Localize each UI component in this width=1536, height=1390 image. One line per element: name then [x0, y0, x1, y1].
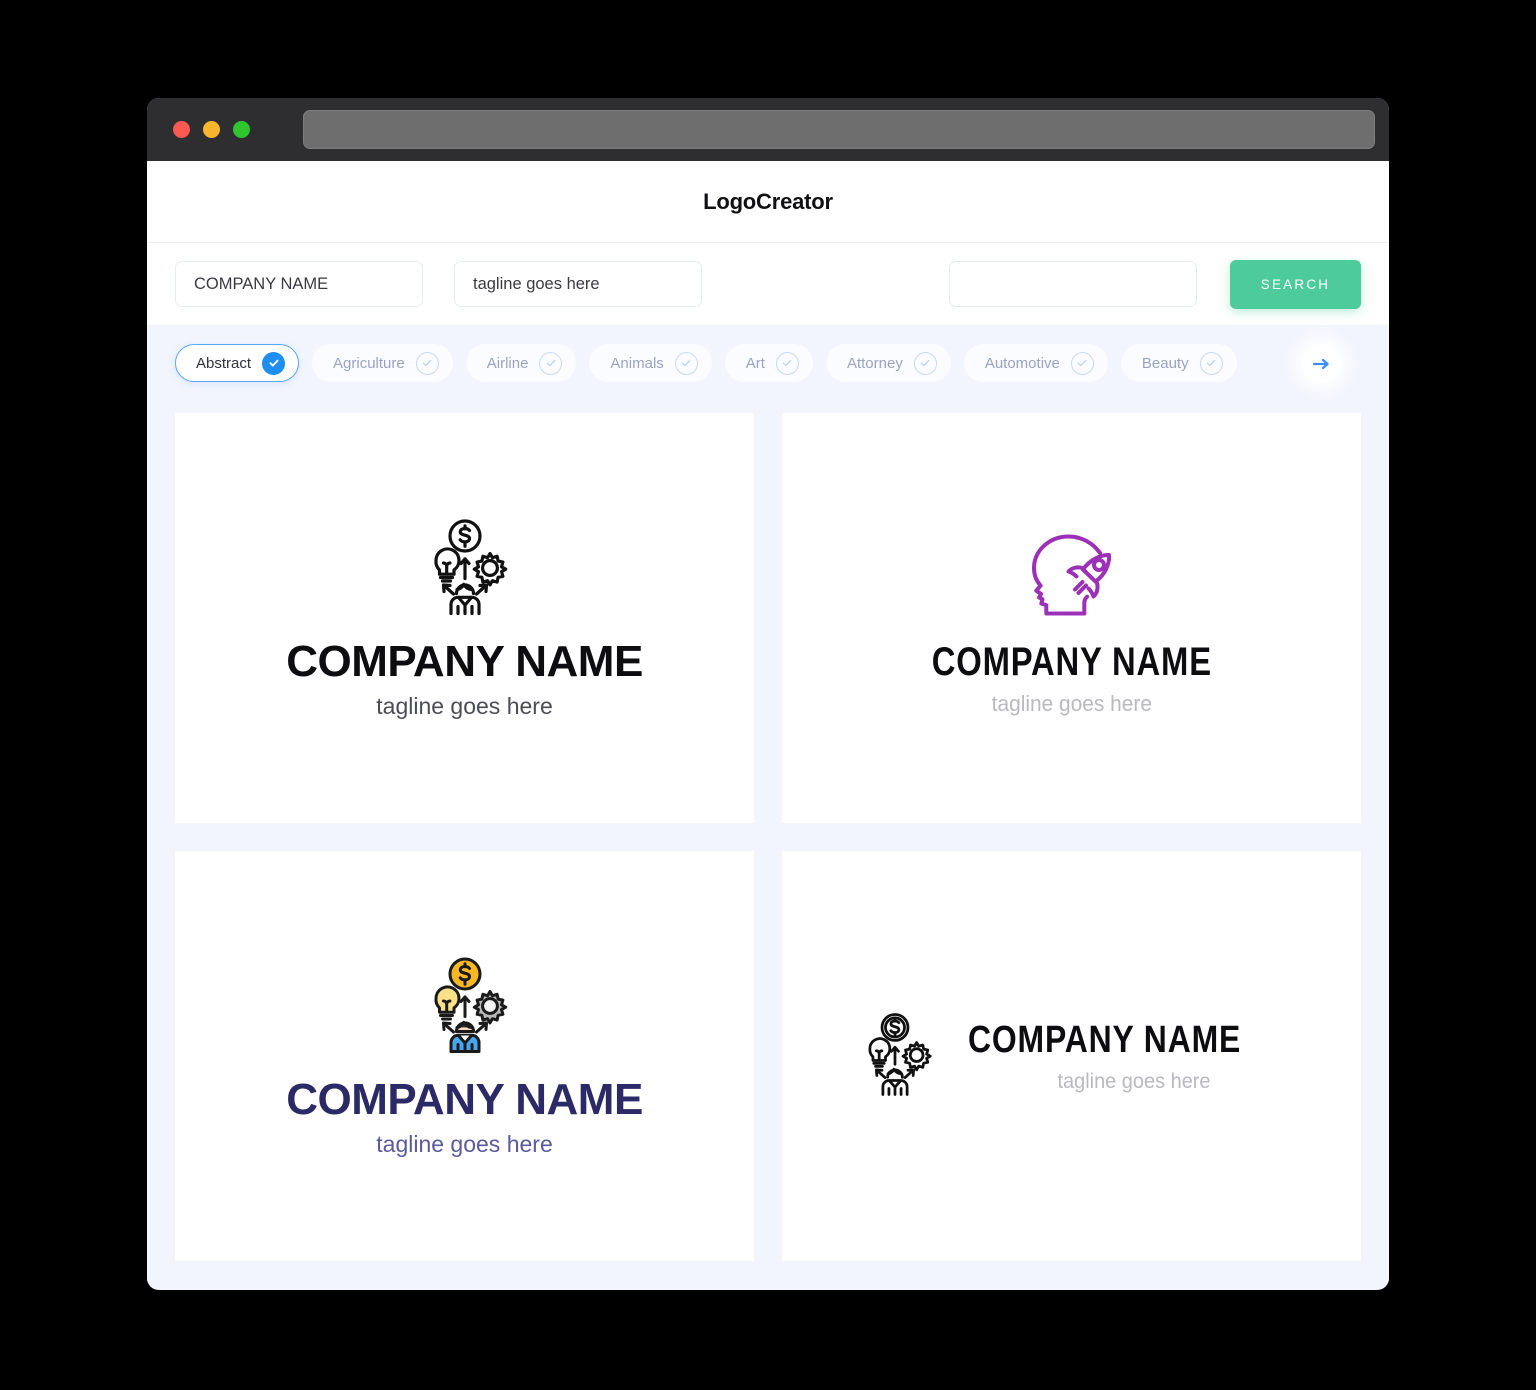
- logo-card[interactable]: COMPANY NAME tagline goes here: [175, 413, 754, 823]
- idea-money-gear-person-icon: [286, 517, 643, 621]
- logo-results-grid: COMPANY NAME tagline goes here COMPANY N…: [147, 401, 1389, 1289]
- category-chip-attorney[interactable]: Attorney: [825, 344, 951, 382]
- category-chip-label: Agriculture: [333, 354, 405, 372]
- keyword-input[interactable]: [949, 261, 1197, 307]
- category-chip-label: Beauty: [1141, 354, 1189, 372]
- check-icon: [262, 351, 286, 375]
- tagline-input[interactable]: [454, 261, 702, 307]
- category-chip-animals[interactable]: Animals: [589, 344, 712, 382]
- logo-company-name: COMPANY NAME: [931, 639, 1212, 684]
- check-icon: [539, 351, 563, 375]
- check-icon: [913, 351, 937, 375]
- logo-tagline: tagline goes here: [376, 1130, 553, 1157]
- categories-next-button[interactable]: [1302, 344, 1341, 383]
- maximize-window-button[interactable]: [233, 121, 250, 138]
- logo-tagline: tagline goes here: [991, 690, 1152, 716]
- head-rocket-icon: [901, 520, 1243, 624]
- browser-window: LogoCreator SEARCH Abstract Agriculture: [147, 98, 1389, 1290]
- logo-card[interactable]: COMPANY NAME tagline goes here: [175, 851, 754, 1261]
- search-toolbar: SEARCH: [147, 243, 1389, 325]
- category-chip-label: Abstract: [196, 354, 252, 372]
- category-chip-abstract[interactable]: Abstract: [175, 344, 300, 382]
- category-chip-label: Attorney: [846, 354, 903, 372]
- page-root: LogoCreator SEARCH Abstract Agriculture: [0, 0, 1536, 1390]
- category-chip-airline[interactable]: Airline: [465, 344, 577, 382]
- check-icon: [1070, 351, 1094, 375]
- logo-preview: COMPANY NAME tagline goes here: [286, 955, 643, 1158]
- idea-money-gear-person-icon: [850, 1011, 940, 1101]
- category-chip-label: Art: [745, 354, 765, 372]
- category-filter-row: Abstract Agriculture Airline Animals Art…: [147, 325, 1389, 401]
- logo-company-name: COMPANY NAME: [967, 1018, 1242, 1061]
- category-chip-label: Animals: [610, 354, 664, 372]
- logo-text-block: COMPANY NAME tagline goes here: [968, 1019, 1293, 1094]
- browser-titlebar: [147, 98, 1389, 161]
- category-chip-art[interactable]: Art: [724, 344, 813, 382]
- logo-preview: COMPANY NAME tagline goes here: [286, 517, 643, 720]
- logo-card[interactable]: COMPANY NAME tagline goes here: [782, 413, 1361, 823]
- idea-money-gear-person-color-icon: [286, 955, 643, 1059]
- app-header: LogoCreator: [147, 161, 1389, 243]
- company-name-input[interactable]: [175, 261, 423, 307]
- traffic-light-group: [173, 121, 250, 138]
- logo-card[interactable]: COMPANY NAME tagline goes here: [782, 851, 1361, 1261]
- category-chip-automotive[interactable]: Automotive: [963, 344, 1108, 382]
- category-chip-label: Airline: [486, 354, 529, 372]
- category-chip-label: Automotive: [984, 354, 1060, 372]
- logo-preview: COMPANY NAME tagline goes here: [850, 1011, 1293, 1101]
- check-icon: [775, 351, 799, 375]
- check-icon: [415, 351, 439, 375]
- address-bar[interactable]: [303, 110, 1375, 149]
- search-button[interactable]: SEARCH: [1230, 259, 1361, 309]
- close-window-button[interactable]: [173, 121, 190, 138]
- logo-company-name: COMPANY NAME: [286, 636, 643, 686]
- check-icon: [674, 351, 698, 375]
- logo-tagline: tagline goes here: [1057, 1069, 1211, 1093]
- logo-preview: COMPANY NAME tagline goes here: [901, 520, 1243, 717]
- logo-company-name: COMPANY NAME: [286, 1074, 643, 1124]
- app-title: LogoCreator: [703, 188, 833, 214]
- check-icon: [1199, 351, 1223, 375]
- minimize-window-button[interactable]: [203, 121, 220, 138]
- arrow-right-icon: [1312, 356, 1331, 372]
- category-chip-beauty[interactable]: Beauty: [1120, 344, 1237, 382]
- category-chip-agriculture[interactable]: Agriculture: [312, 344, 453, 382]
- logo-tagline: tagline goes here: [376, 692, 553, 719]
